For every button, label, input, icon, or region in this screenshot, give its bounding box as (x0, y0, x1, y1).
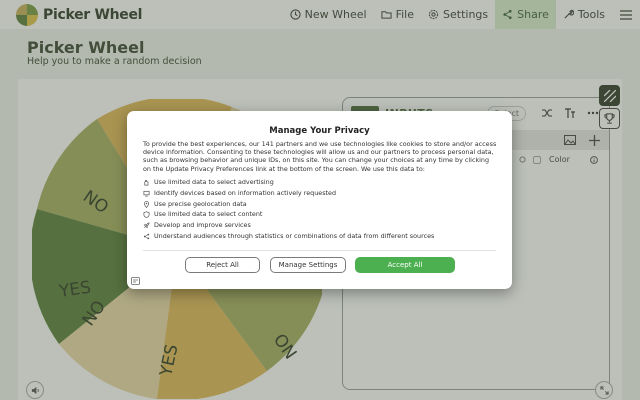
rocket-icon (143, 222, 150, 229)
purpose-item: Use limited data to select content (143, 210, 499, 221)
modal-divider (143, 250, 496, 251)
accept-all-button[interactable]: Accept All (355, 257, 455, 273)
device-icon (143, 190, 150, 197)
privacy-consent-dialog: Manage Your Privacy To provide the best … (127, 111, 512, 289)
purpose-item: Identify devices based on information ac… (143, 189, 499, 200)
shield-icon (143, 211, 150, 219)
consent-body-text: To provide the best experiences, our 141… (143, 140, 497, 173)
purpose-item: Understand audiences through statistics … (143, 232, 499, 250)
consent-provider-icon[interactable] (131, 277, 140, 285)
purpose-item: Use limited data to select advertising (143, 178, 499, 189)
reject-all-button[interactable]: Reject All (185, 257, 260, 273)
consent-title: Manage Your Privacy (269, 126, 370, 136)
location-pin-icon (143, 200, 150, 208)
manage-settings-button[interactable]: Manage Settings (270, 257, 346, 273)
purpose-item: Develop and improve services (143, 221, 499, 232)
hand-icon (144, 179, 149, 186)
purpose-item: Use precise geolocation data (143, 200, 499, 211)
consent-purpose-list: Use limited data to select advertising I… (143, 178, 499, 250)
share-nodes-icon (143, 233, 150, 240)
